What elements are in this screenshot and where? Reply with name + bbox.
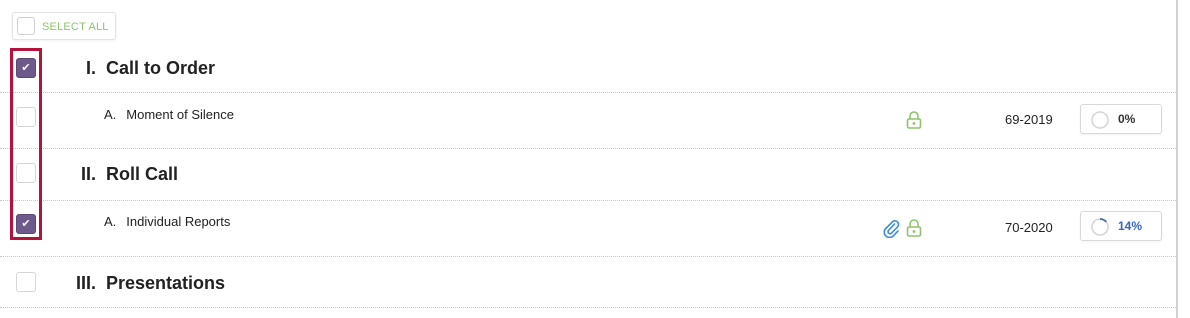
item-number: A. <box>104 214 117 229</box>
row-checkbox[interactable] <box>16 163 36 183</box>
lock-icon[interactable] <box>906 218 924 238</box>
item-title: A. Individual Reports <box>104 214 230 229</box>
section-title: I. Call to Order <box>86 58 215 79</box>
section-number: III. <box>76 273 97 293</box>
agenda-item-row[interactable]: ✔ A. Individual Reports 70-2020 14% <box>0 201 1176 257</box>
row-divider <box>0 307 1176 308</box>
section-title: III. Presentations <box>76 273 225 294</box>
select-all-button[interactable]: SELECT ALL <box>12 12 116 40</box>
paperclip-icon[interactable] <box>882 218 900 239</box>
section-title-text: Roll Call <box>106 164 179 184</box>
item-title-text: Individual Reports <box>126 214 231 229</box>
item-code: 69-2019 <box>1005 112 1053 127</box>
progress-value: 0% <box>1118 112 1136 126</box>
item-title-text: Moment of Silence <box>126 107 234 122</box>
agenda-section-row: ✔ I. Call to Order <box>0 48 1176 93</box>
item-title: A. Moment of Silence <box>104 107 234 122</box>
section-title-text: Call to Order <box>106 58 216 78</box>
section-number: I. <box>86 58 97 78</box>
agenda-section-row: III. Presentations <box>0 257 1176 308</box>
select-all-label: SELECT ALL <box>42 21 109 33</box>
check-icon: ✔ <box>21 218 31 230</box>
agenda-section-row: II. Roll Call <box>0 149 1176 201</box>
section-title: II. Roll Call <box>81 164 178 185</box>
row-checkbox[interactable] <box>16 107 36 127</box>
row-checkbox[interactable]: ✔ <box>16 58 36 78</box>
row-checkbox[interactable]: ✔ <box>16 214 36 234</box>
section-title-text: Presentations <box>106 273 226 293</box>
progress-ring-icon <box>1091 218 1109 236</box>
scroll-divider <box>1176 0 1178 318</box>
lock-icon[interactable] <box>906 110 924 130</box>
item-code: 70-2020 <box>1005 220 1053 235</box>
progress-button[interactable]: 0% <box>1080 104 1162 134</box>
section-number: II. <box>81 164 97 184</box>
select-all-checkbox[interactable] <box>17 17 35 35</box>
progress-ring-icon <box>1091 111 1109 129</box>
check-icon: ✔ <box>21 62 31 74</box>
item-number: A. <box>104 107 117 122</box>
agenda-item-row[interactable]: A. Moment of Silence 69-2019 0% <box>0 93 1176 149</box>
progress-value: 14% <box>1118 219 1143 233</box>
row-checkbox[interactable] <box>16 272 36 292</box>
progress-button[interactable]: 14% <box>1080 211 1162 241</box>
